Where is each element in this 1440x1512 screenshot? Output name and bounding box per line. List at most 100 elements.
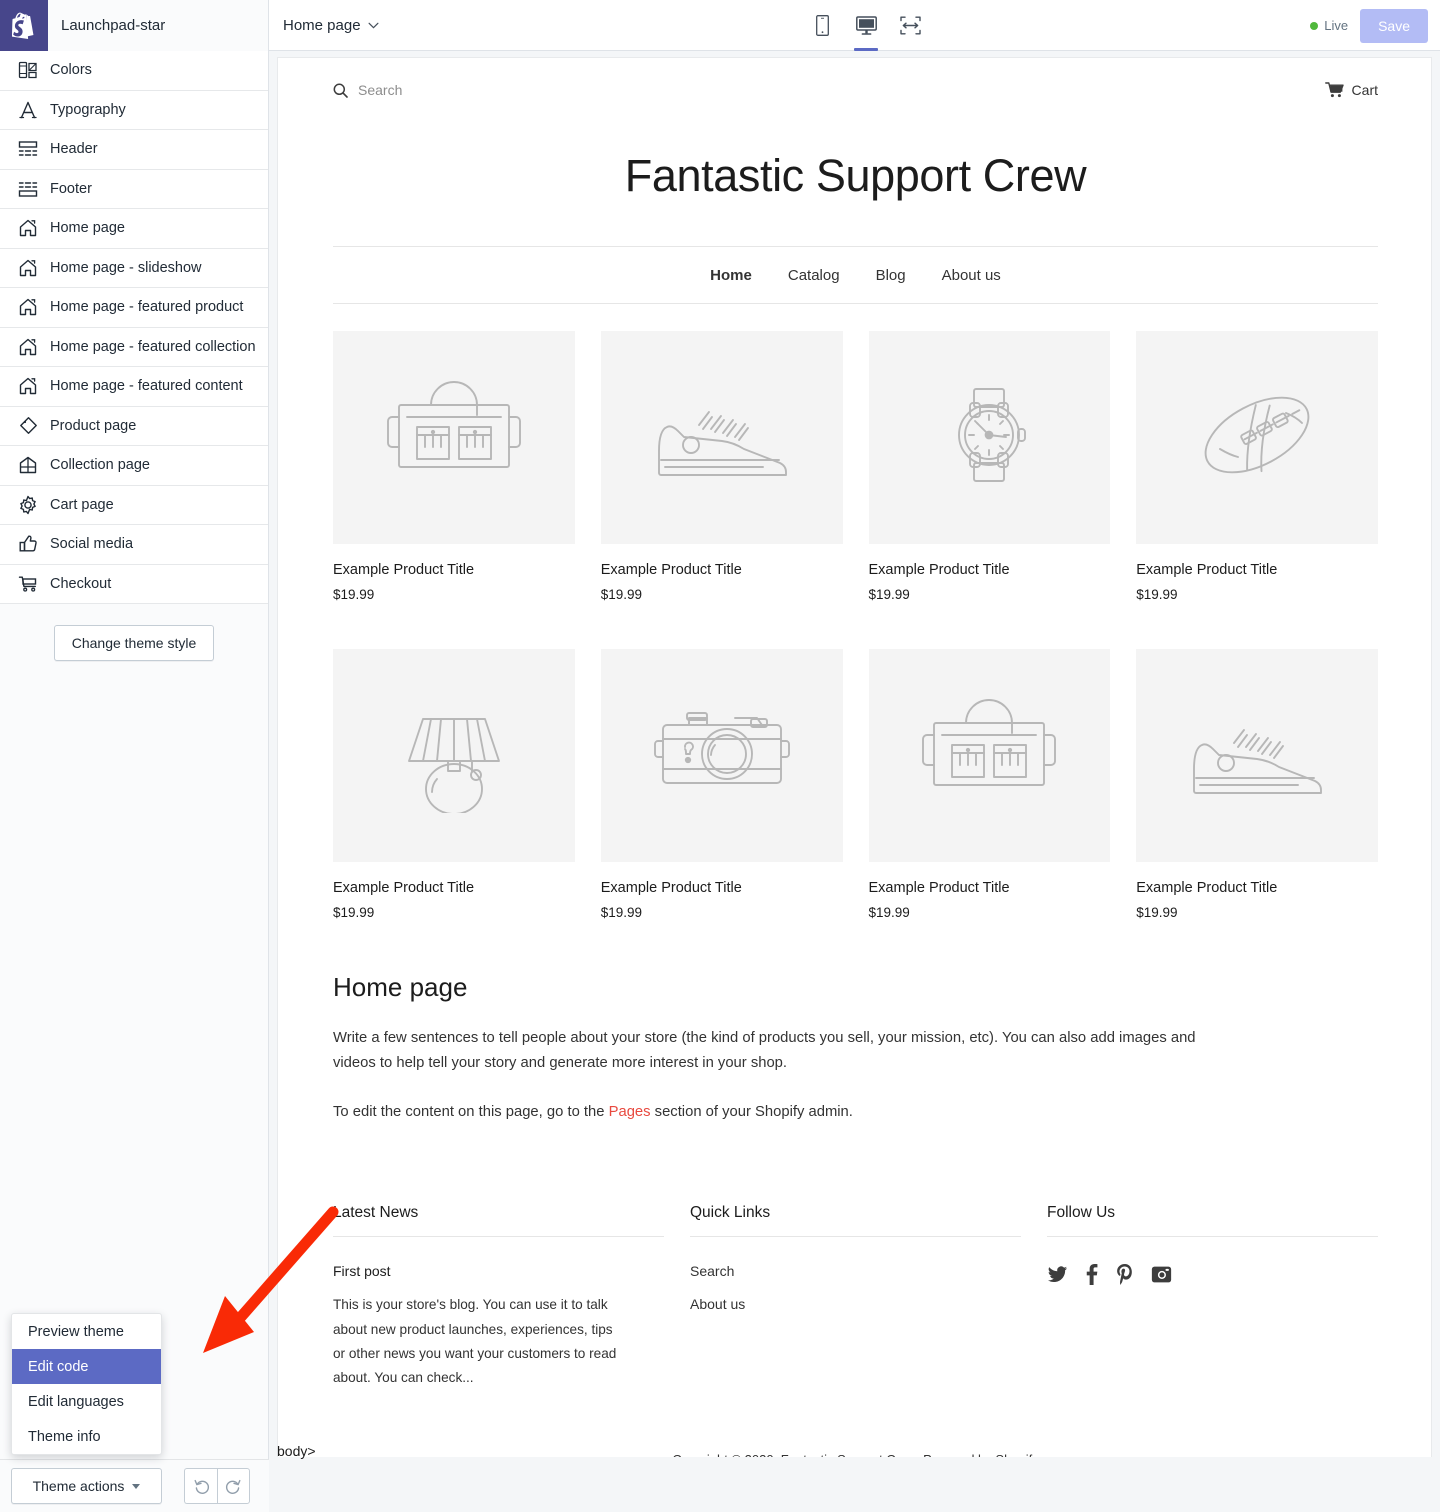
- cart-icon: [1324, 82, 1344, 98]
- follow-us-heading: Follow Us: [1047, 1204, 1378, 1238]
- footer-quick-link[interactable]: Search: [690, 1263, 1021, 1279]
- page-selector[interactable]: Home page: [269, 0, 393, 51]
- theme-editor-window: Launchpad-star Home page Live Save Color…: [0, 0, 1440, 1512]
- tag-icon: [18, 416, 38, 436]
- product-card[interactable]: Example Product Title $19.99: [868, 649, 1111, 920]
- sidebar-item-home-page-featured-collection[interactable]: Home page - featured collection: [0, 327, 268, 367]
- sidebar-item-home-page-featured-content[interactable]: Home page - featured content: [0, 367, 268, 407]
- sidebar-item-home-page-featured-product[interactable]: Home page - featured product: [0, 288, 268, 328]
- sidebar-item-label: Home page - featured content: [50, 378, 243, 395]
- top-bar: Launchpad-star Home page Live Save: [0, 0, 1440, 51]
- redo-button[interactable]: [217, 1468, 250, 1504]
- sidebar-item-social-media[interactable]: Social media: [0, 525, 268, 565]
- menu-item-label: Theme info: [28, 1428, 101, 1445]
- sidebar-item-label: Home page: [50, 220, 125, 237]
- nav-link-catalog[interactable]: Catalog: [788, 267, 840, 284]
- bag-icon: [914, 693, 1064, 818]
- mobile-preview-button[interactable]: [806, 1, 838, 51]
- sidebar-item-label: Home page - slideshow: [50, 259, 202, 276]
- product-price: $19.99: [600, 905, 643, 920]
- product-card[interactable]: Example Product Title $19.99: [868, 331, 1111, 602]
- theme-actions-button[interactable]: Theme actions: [11, 1468, 162, 1504]
- blog-post-excerpt: This is your store's blog. You can use i…: [333, 1297, 617, 1385]
- sidebar-item-footer[interactable]: Footer: [0, 169, 268, 209]
- redo-icon: [225, 1479, 241, 1494]
- sidebar-item-typography[interactable]: Typography: [0, 90, 268, 130]
- football-icon: [1182, 375, 1332, 500]
- save-button[interactable]: Save: [1360, 8, 1428, 43]
- cart-icon: [18, 574, 38, 594]
- product-image-placeholder: [600, 649, 843, 862]
- storefront-preview[interactable]: Search Cart Fantastic Support Crew Home C…: [277, 57, 1432, 1457]
- sidebar-item-label: Product page: [50, 417, 137, 434]
- storefront-footer: Latest News First post This is your stor…: [333, 1204, 1378, 1390]
- sidebar-item-home-page-slideshow[interactable]: Home page - slideshow: [0, 248, 268, 288]
- change-theme-style-area: Change theme style: [0, 604, 268, 682]
- desktop-preview-button[interactable]: [850, 1, 882, 51]
- menu-item-preview-theme[interactable]: Preview theme: [12, 1314, 161, 1349]
- preview-pane: Search Cart Fantastic Support Crew Home C…: [269, 51, 1440, 1512]
- live-status-dot: [1310, 21, 1319, 30]
- product-price: $19.99: [333, 587, 375, 602]
- product-card[interactable]: Example Product Title $19.99: [600, 331, 843, 602]
- typography-icon: [18, 100, 38, 120]
- watch-icon: [914, 375, 1064, 500]
- product-price: $19.99: [1136, 587, 1178, 602]
- search-icon: [333, 83, 348, 98]
- product-image-placeholder: [600, 331, 843, 544]
- product-card[interactable]: Example Product Title $19.99: [333, 331, 575, 602]
- quick-links-heading: Quick Links: [690, 1204, 1021, 1238]
- instagram-icon[interactable]: [1151, 1264, 1172, 1285]
- bag-icon: [379, 375, 529, 500]
- facebook-icon[interactable]: [1085, 1264, 1099, 1286]
- collection-icon: [18, 455, 38, 475]
- pinterest-icon[interactable]: [1116, 1264, 1134, 1286]
- change-theme-style-button[interactable]: Change theme style: [53, 625, 215, 661]
- product-image-placeholder: [333, 331, 575, 544]
- sidebar-item-home-page[interactable]: Home page: [0, 209, 268, 249]
- sidebar-item-label: Home page - featured product: [50, 299, 244, 316]
- product-card[interactable]: Example Product Title $19.99: [1136, 331, 1378, 602]
- shopify-bag-icon[interactable]: [0, 0, 48, 51]
- home-icon: [18, 218, 38, 238]
- sidebar-item-colors[interactable]: Colors: [0, 51, 268, 91]
- copyright-text: Copyright © 2020, Fantastic Support Crew…: [333, 1452, 1378, 1457]
- search-button[interactable]: Search: [333, 82, 402, 98]
- fullwidth-preview-button[interactable]: [894, 1, 926, 51]
- sidebar-item-label: Home page - featured collection: [50, 338, 256, 355]
- storefront-utility-bar: Search Cart: [333, 58, 1378, 98]
- sidebar-item-label: Social media: [50, 536, 134, 553]
- cart-button[interactable]: Cart: [1324, 82, 1378, 98]
- chevron-down-icon: [132, 1483, 141, 1489]
- menu-item-edit-code[interactable]: Edit code: [12, 1349, 161, 1384]
- sidebar-item-label: Colors: [50, 62, 92, 79]
- product-title: Example Product Title: [600, 562, 742, 578]
- footer-quick-link[interactable]: About us: [690, 1296, 1021, 1312]
- menu-item-edit-languages[interactable]: Edit languages: [12, 1384, 161, 1419]
- nav-link-about-us[interactable]: About us: [942, 267, 1001, 284]
- nav-link-blog[interactable]: Blog: [876, 267, 906, 284]
- pages-link[interactable]: Pages: [609, 1104, 651, 1120]
- product-card[interactable]: Example Product Title $19.99: [1136, 649, 1378, 920]
- latest-news-heading: Latest News: [333, 1204, 664, 1238]
- sidebar-item-product-page[interactable]: Product page: [0, 406, 268, 446]
- sidebar-item-collection-page[interactable]: Collection page: [0, 446, 268, 486]
- sidebar-item-cart-page[interactable]: Cart page: [0, 485, 268, 525]
- social-links: [1047, 1264, 1378, 1286]
- full-width-icon: [899, 16, 921, 35]
- menu-item-theme-info[interactable]: Theme info: [12, 1419, 161, 1454]
- product-card[interactable]: Example Product Title $19.99: [600, 649, 843, 920]
- product-image-placeholder: [333, 649, 575, 862]
- product-card[interactable]: Example Product Title $19.99: [333, 649, 575, 920]
- product-price: $19.99: [333, 905, 375, 920]
- twitter-icon[interactable]: [1047, 1264, 1068, 1285]
- product-price: $19.99: [868, 905, 910, 920]
- undo-button[interactable]: [184, 1468, 217, 1504]
- colors-icon: [18, 60, 38, 80]
- nav-link-home[interactable]: Home: [710, 267, 752, 284]
- sidebar-item-checkout[interactable]: Checkout: [0, 564, 268, 604]
- mobile-icon: [815, 15, 829, 36]
- chevron-down-icon: [368, 22, 379, 29]
- product-title: Example Product Title: [333, 562, 475, 578]
- sidebar-item-header[interactable]: Header: [0, 130, 268, 170]
